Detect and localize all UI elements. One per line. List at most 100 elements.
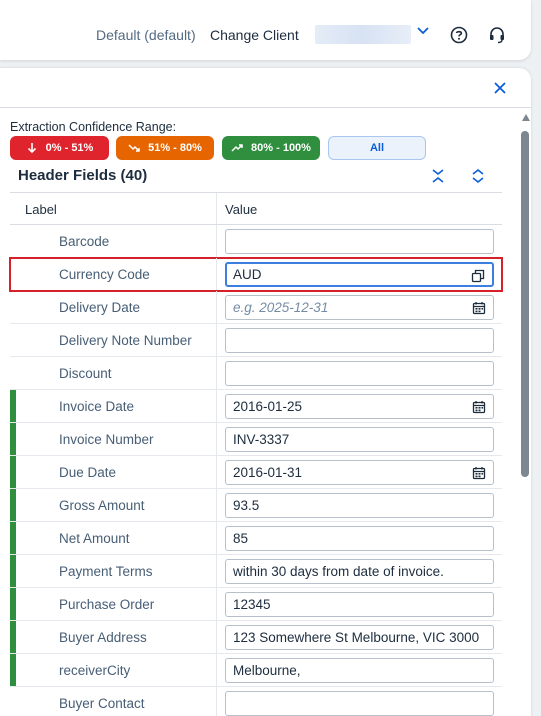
table-row: Discount <box>10 357 502 390</box>
column-header-label: Label <box>25 202 57 217</box>
confidence-chip-all[interactable]: All <box>328 136 426 160</box>
scrollbar-thumb[interactable] <box>521 131 529 477</box>
vertical-scrollbar[interactable] <box>520 114 531 716</box>
confidence-range-label: Extraction Confidence Range: <box>10 120 177 134</box>
confidence-indicator <box>10 225 16 257</box>
header-fields-table: Label Value Barcode Currency Code AUD Deliv… <box>9 192 503 716</box>
confidence-indicator <box>10 291 16 323</box>
field-label: receiverCity <box>59 663 131 678</box>
field-value-input[interactable]: 2016-01-31 <box>225 460 494 485</box>
table-row: Barcode <box>10 225 502 258</box>
field-label: Barcode <box>59 234 110 249</box>
confidence-indicator <box>10 687 16 716</box>
column-header-value: Value <box>225 202 258 217</box>
field-value-input[interactable]: 93.5 <box>225 493 494 518</box>
header-fields-title: Header Fields (40) <box>18 167 148 184</box>
confidence-indicator <box>10 654 16 686</box>
table-row: Delivery Note Number <box>10 324 502 357</box>
shell-bar: Default (default) Change Client <box>0 0 531 60</box>
table-row: Buyer Address 123 Somewhere St Melbourne,… <box>10 621 502 654</box>
field-label: Discount <box>59 366 112 381</box>
close-icon[interactable] <box>493 81 507 95</box>
table-row: Gross Amount 93.5 <box>10 489 502 522</box>
help-icon[interactable] <box>450 26 468 44</box>
table-row: Delivery Date e.g. 2025-12-31 <box>10 291 502 324</box>
field-label: Gross Amount <box>59 498 145 513</box>
trend-down-icon <box>128 144 140 152</box>
table-row: Due Date 2016-01-31 <box>10 456 502 489</box>
field-label: Buyer Address <box>59 630 147 645</box>
field-label: Due Date <box>59 465 117 480</box>
table-row: Net Amount 85 <box>10 522 502 555</box>
field-value-input[interactable] <box>225 229 494 254</box>
field-value: 12345 <box>233 597 271 612</box>
field-value-input[interactable]: within 30 days from date of invoice. <box>225 559 494 584</box>
field-placeholder: e.g. 2025-12-31 <box>233 300 329 315</box>
headset-icon[interactable] <box>488 26 506 44</box>
expand-all-icon[interactable] <box>470 168 486 184</box>
field-label: Purchase Order <box>59 597 155 612</box>
field-label: Invoice Number <box>59 432 154 447</box>
confidence-indicator <box>10 258 16 290</box>
field-label: Delivery Date <box>59 300 141 315</box>
field-value-input[interactable]: INV-3337 <box>225 427 494 452</box>
field-value-input[interactable] <box>225 361 494 386</box>
field-label: Delivery Note Number <box>59 333 192 348</box>
table-body: Barcode Currency Code AUD Delivery Date e.g.… <box>9 225 503 716</box>
field-value-input[interactable] <box>225 691 494 716</box>
chip-label: 51% - 80% <box>148 142 202 154</box>
table-row: Invoice Date 2016-01-25 <box>10 390 502 423</box>
field-value-input[interactable] <box>225 328 494 353</box>
field-value: 123 Somewhere St Melbourne, VIC 3000 <box>233 630 480 645</box>
field-value-input[interactable]: 12345 <box>225 592 494 617</box>
field-value: Melbourne, <box>233 663 301 678</box>
confidence-indicator <box>10 456 16 488</box>
current-client-label: Default (default) <box>96 27 196 43</box>
calendar-icon[interactable] <box>472 400 486 414</box>
field-value-input[interactable]: Melbourne, <box>225 658 494 683</box>
client-select[interactable] <box>315 25 411 44</box>
confidence-indicator <box>10 324 16 356</box>
field-value: 2016-01-25 <box>233 399 303 414</box>
confidence-chip-high[interactable]: 80% - 100% <box>222 136 320 160</box>
field-label: Net Amount <box>59 531 130 546</box>
value-help-icon[interactable] <box>471 269 485 283</box>
table-header: Label Value <box>10 192 502 225</box>
panel-header <box>0 68 531 108</box>
confidence-indicator <box>10 489 16 521</box>
field-value-input[interactable]: e.g. 2025-12-31 <box>225 295 494 320</box>
chevron-down-icon[interactable] <box>416 24 430 38</box>
field-value-input[interactable]: 85 <box>225 526 494 551</box>
field-label: Currency Code <box>59 267 150 282</box>
change-client-link[interactable]: Change Client <box>210 27 299 43</box>
confidence-chip-medium[interactable]: 51% - 80% <box>116 136 214 160</box>
field-value: INV-3337 <box>233 432 290 447</box>
field-value-input[interactable]: AUD <box>225 262 494 287</box>
table-row: Invoice Number INV-3337 <box>10 423 502 456</box>
confidence-chip-low[interactable]: 0% - 51% <box>10 136 109 160</box>
field-value: AUD <box>233 267 262 282</box>
collapse-all-icon[interactable] <box>430 168 446 184</box>
calendar-icon[interactable] <box>472 466 486 480</box>
table-row: Purchase Order 12345 <box>10 588 502 621</box>
calendar-icon[interactable] <box>472 301 486 315</box>
chip-label: 0% - 51% <box>45 142 94 154</box>
field-value-input[interactable]: 123 Somewhere St Melbourne, VIC 3000 <box>225 625 494 650</box>
chip-label: 80% - 100% <box>251 142 311 154</box>
chip-label: All <box>369 142 385 154</box>
confidence-indicator <box>10 423 16 455</box>
scroll-up-arrow-icon[interactable] <box>522 114 530 121</box>
arrow-down-icon <box>27 143 36 154</box>
table-row: receiverCity Melbourne, <box>10 654 502 687</box>
field-value-input[interactable]: 2016-01-25 <box>225 394 494 419</box>
confidence-indicator <box>10 621 16 653</box>
confidence-indicator <box>10 357 16 389</box>
confidence-indicator <box>10 555 16 587</box>
field-value: 93.5 <box>233 498 260 513</box>
field-label: Invoice Date <box>59 399 135 414</box>
table-row: Currency Code AUD <box>9 257 503 292</box>
trend-up-icon <box>231 144 243 152</box>
field-value: 85 <box>233 531 249 546</box>
table-row: Payment Terms within 30 days from date of… <box>10 555 502 588</box>
field-label: Payment Terms <box>59 564 153 579</box>
